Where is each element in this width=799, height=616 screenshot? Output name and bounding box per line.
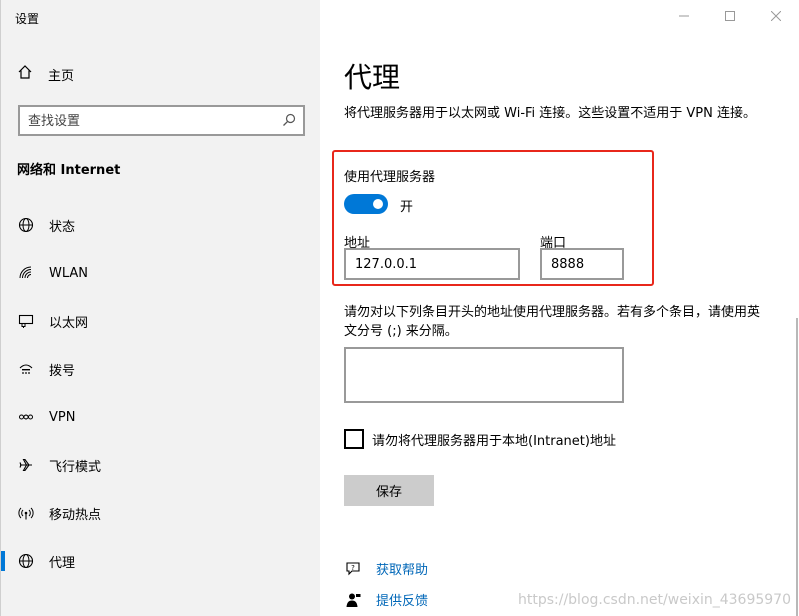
sidebar-item-wlan[interactable]: WLAN: [1, 249, 321, 297]
watermark-text: https://blog.csdn.net/weixin_43695970: [517, 592, 791, 608]
home-label: 主页: [48, 68, 75, 84]
section-title: 网络和 Internet: [17, 163, 121, 178]
search-icon[interactable]: [282, 113, 296, 131]
hotspot-icon: [17, 504, 35, 522]
sidebar-item-label: 移动热点: [49, 507, 102, 523]
help-link[interactable]: 获取帮助: [376, 559, 428, 578]
wifi-icon: [17, 264, 35, 282]
bypass-local-label: 请勿将代理服务器用于本地(Intranet)地址: [372, 434, 616, 449]
exceptions-textarea[interactable]: [344, 347, 624, 403]
sidebar: 设置 主页 网络和 Internet 状态 WLAN 以太网: [0, 0, 320, 616]
sidebar-item-hotspot[interactable]: 移动热点: [1, 489, 321, 537]
sidebar-item-proxy[interactable]: 代理: [1, 537, 321, 585]
toggle-state-label: 开: [400, 200, 414, 215]
help-chat-icon: ?: [344, 560, 362, 578]
bypass-local-checkbox[interactable]: [344, 429, 364, 449]
sidebar-item-label: 状态: [49, 219, 76, 235]
scrollbar-thumb[interactable]: [796, 318, 798, 616]
globe-status-icon: [17, 216, 35, 234]
close-icon: [771, 11, 781, 21]
home-icon: [17, 64, 33, 84]
minimize-button[interactable]: [661, 0, 707, 32]
maximize-icon: [725, 11, 735, 21]
sidebar-item-label: 以太网: [49, 315, 89, 331]
maximize-button[interactable]: [707, 0, 753, 32]
address-input[interactable]: [344, 248, 520, 280]
vpn-icon: [17, 408, 35, 426]
search-input[interactable]: [28, 112, 268, 130]
manual-proxy-heading: 使用代理服务器: [344, 170, 436, 185]
sidebar-item-status[interactable]: 状态: [1, 201, 321, 249]
close-button[interactable]: [753, 0, 799, 32]
ethernet-icon: [17, 312, 35, 330]
main-content: 代理 将代理服务器用于以太网或 Wi-Fi 连接。这些设置不适用于 VPN 连接…: [320, 0, 799, 616]
home-nav-item[interactable]: 主页: [17, 64, 74, 84]
search-box[interactable]: [18, 105, 305, 136]
window-controls: [661, 0, 799, 32]
sidebar-item-label: 拨号: [49, 363, 76, 379]
globe-icon: [17, 552, 35, 570]
dialup-icon: [17, 360, 35, 378]
page-title: 代理: [344, 61, 401, 94]
sidebar-item-label: 代理: [49, 555, 76, 571]
sidebar-item-vpn[interactable]: VPN: [1, 393, 321, 441]
help-row: ? 获取帮助: [344, 559, 428, 578]
proxy-toggle-switch[interactable]: [344, 194, 388, 214]
feedback-row: 提供反馈: [344, 590, 428, 609]
sidebar-item-label: WLAN: [49, 265, 89, 281]
port-input[interactable]: [540, 248, 624, 280]
airplane-icon: [17, 456, 35, 474]
sidebar-item-ethernet[interactable]: 以太网: [1, 297, 321, 345]
svg-text:?: ?: [351, 563, 355, 571]
save-button[interactable]: 保存: [344, 475, 434, 506]
toggle-knob: [373, 199, 383, 209]
sidebar-item-label: VPN: [49, 409, 76, 425]
window-title: 设置: [15, 12, 40, 26]
sidebar-item-dialup[interactable]: 拨号: [1, 345, 321, 393]
feedback-link[interactable]: 提供反馈: [376, 590, 428, 609]
minimize-icon: [679, 15, 689, 17]
feedback-person-icon: [344, 591, 362, 609]
page-description: 将代理服务器用于以太网或 Wi-Fi 连接。这些设置不适用于 VPN 连接。: [344, 106, 757, 121]
exceptions-description: 请勿对以下列条目开头的地址使用代理服务器。若有多个条目，请使用英文分号 (;) …: [344, 305, 761, 339]
sidebar-item-airplane[interactable]: 飞行模式: [1, 441, 321, 489]
sidebar-item-label: 飞行模式: [49, 459, 102, 475]
